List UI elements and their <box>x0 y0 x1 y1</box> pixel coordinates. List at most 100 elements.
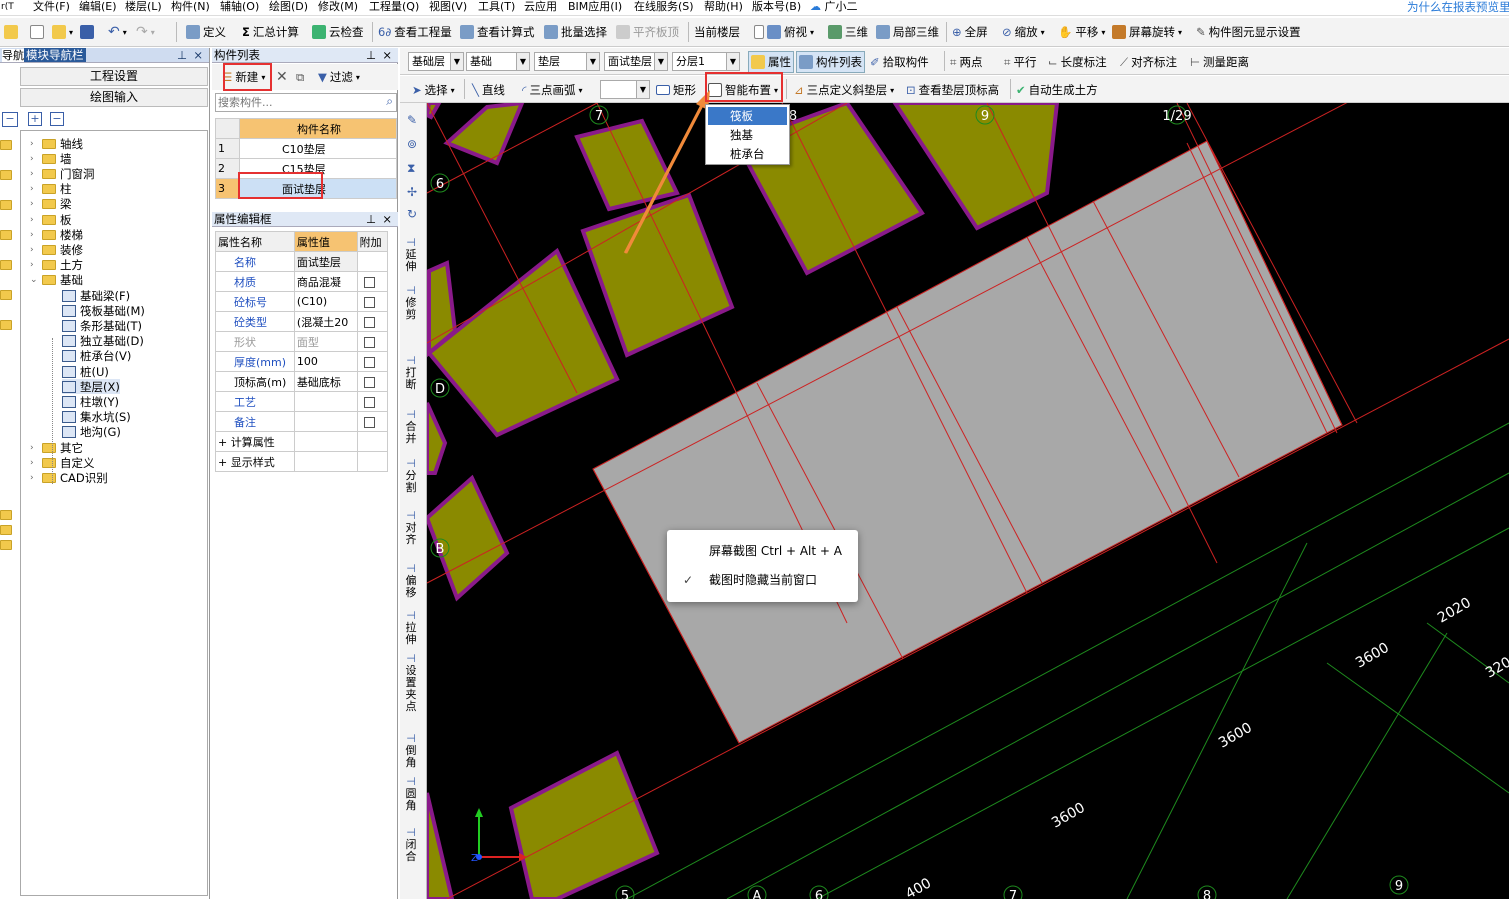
tree-folder[interactable]: › 板 <box>30 212 72 227</box>
menu-view[interactable]: 视图(V) <box>429 0 467 14</box>
menu-item-hide-window[interactable]: ✓ 截图时隐藏当前窗口 <box>667 566 858 594</box>
menu-axis[interactable]: 辅轴(O) <box>220 0 259 14</box>
tree-folder[interactable]: › 轴线 <box>30 136 83 151</box>
fullscreen-button[interactable]: ⊕ 全屏 <box>952 21 988 43</box>
menu-online[interactable]: 在线服务(S) <box>634 0 694 14</box>
tree-folder[interactable]: › 装修 <box>30 242 83 257</box>
menu-assistant[interactable]: ☁ 广小二 <box>810 0 858 14</box>
tree-folder[interactable]: › 柱 <box>30 182 72 197</box>
property-value[interactable] <box>293 451 358 472</box>
save-button[interactable] <box>80 21 94 43</box>
property-value[interactable] <box>293 431 358 452</box>
edit-tool-icon[interactable]: ⧗ <box>407 161 415 176</box>
view-mode-dropdown[interactable]: 俯视 ▾ <box>754 21 814 43</box>
tree-item[interactable]: 地沟(G) <box>62 425 121 440</box>
menu-edit[interactable]: 编辑(E) <box>79 0 117 14</box>
chevron-right-icon[interactable]: › <box>30 245 38 255</box>
vertical-tool-0[interactable]: ⊣ 延伸 <box>404 237 418 273</box>
tree-item[interactable]: 集水坑(S) <box>62 410 131 425</box>
view-quantity-button[interactable]: 6∂ 查看工程量 <box>378 21 452 43</box>
checkbox[interactable] <box>363 336 375 348</box>
chevron-right-icon[interactable]: › <box>30 230 38 240</box>
menu-version[interactable]: 版本号(B) <box>752 0 801 14</box>
property-value[interactable] <box>293 391 358 412</box>
auto-generate-button[interactable]: ✔ 自动生成土方 <box>1016 79 1098 101</box>
chevron-down-icon[interactable]: ⌄ <box>30 275 38 285</box>
rotate-screen-button[interactable]: 屏幕旋转 ▾ <box>1112 21 1182 43</box>
property-value[interactable]: 商品混凝 <box>293 271 358 292</box>
top-right-link[interactable]: 为什么在报表预览里 <box>1407 0 1509 14</box>
chevron-right-icon[interactable]: › <box>30 169 38 179</box>
expand-icon[interactable]: + <box>28 112 42 126</box>
project-settings-button[interactable]: 工程设置 <box>20 67 208 86</box>
open-icon[interactable] <box>4 21 18 43</box>
menu-file[interactable]: 文件(F) <box>33 0 70 14</box>
search-input[interactable] <box>216 94 374 110</box>
collapse-icon[interactable]: − <box>50 112 64 126</box>
close-icon[interactable]: × <box>193 48 203 63</box>
tree-item[interactable]: 桩(U) <box>62 364 109 379</box>
tree-folder[interactable]: › 楼梯 <box>30 227 83 242</box>
close-icon[interactable]: × <box>382 48 392 63</box>
menu-draw[interactable]: 绘图(D) <box>269 0 308 14</box>
edit-tool-icon[interactable]: ✢ <box>407 185 417 199</box>
table-row[interactable]: 1 C10垫层 <box>215 138 397 159</box>
open-file-button[interactable]: ▾ <box>52 21 73 43</box>
vertical-tool-11[interactable]: ⊣ 闭合 <box>404 827 418 863</box>
tree-item[interactable]: 桩承台(V) <box>62 349 131 364</box>
tree-item[interactable]: 条形基础(T) <box>62 318 142 333</box>
pin-icon[interactable]: ⊥ <box>366 48 376 63</box>
pick-component-button[interactable]: ✐ 拾取构件 <box>870 51 929 73</box>
tree-folder[interactable]: › 门窗洞 <box>30 166 95 181</box>
component-list-button[interactable]: 构件列表 <box>796 51 865 73</box>
new-file-button[interactable] <box>30 21 44 43</box>
property-value[interactable]: (C10) <box>293 291 358 312</box>
menu-item-capture[interactable]: 屏幕截图 Ctrl + Alt + A <box>667 537 858 565</box>
view-formula-button[interactable]: 查看计算式 <box>460 21 535 43</box>
search-box[interactable]: ⌕ <box>215 93 397 112</box>
cloud-check-button[interactable]: 云检查 <box>312 21 364 43</box>
dropdown-item-raft[interactable]: 筏板 <box>708 107 787 125</box>
vertical-tool-10[interactable]: ⊣ 圆角 <box>404 776 418 812</box>
chevron-right-icon[interactable]: › <box>30 215 38 225</box>
display-settings-button[interactable]: ✎ 构件图元显示设置 <box>1196 21 1301 43</box>
menu-help[interactable]: 帮助(H) <box>704 0 743 14</box>
vertical-tool-2[interactable]: ⊣ 打断 <box>404 355 418 391</box>
edit-tool-icon[interactable]: ↻ <box>407 207 417 221</box>
3d-button[interactable]: 三维 <box>828 21 868 43</box>
property-row[interactable]: 工艺 <box>215 391 389 412</box>
property-value[interactable] <box>293 411 358 432</box>
drawing-canvas[interactable]: 7 9 1/29 6 D B 5 A 6 7 8 9 8 2020 3600 3… <box>427 103 1509 899</box>
tree-item[interactable]: 垫层(X) <box>62 379 120 395</box>
tree-folder[interactable]: › 土方 <box>30 258 83 273</box>
filter-button[interactable]: ▼ 过滤 ▾ <box>318 66 360 88</box>
property-value[interactable]: 面型 <box>293 331 358 352</box>
copy-button[interactable]: ⧉ <box>296 66 304 88</box>
chevron-right-icon[interactable]: › <box>30 139 38 149</box>
category-select[interactable]: 基础 ▼ <box>466 52 530 71</box>
menu-tools[interactable]: 工具(T) <box>478 0 515 14</box>
chevron-right-icon[interactable]: › <box>30 443 38 453</box>
pin-icon[interactable]: ⊥ <box>366 212 376 227</box>
menu-floor[interactable]: 楼层(L) <box>125 0 162 14</box>
chevron-right-icon[interactable]: › <box>30 154 38 164</box>
vertical-tool-6[interactable]: ⊣ 偏移 <box>404 563 418 599</box>
chevron-right-icon[interactable]: › <box>30 199 38 209</box>
property-row[interactable]: 砼类型 (混凝土20 <box>215 311 389 332</box>
tree-folder[interactable]: ⌄ 基础 <box>30 273 83 288</box>
tree-folder[interactable]: › 其它 <box>30 440 83 455</box>
two-points-button[interactable]: ⌗ 两点 <box>950 51 982 73</box>
property-row[interactable]: 厚度(mm) 100 <box>215 351 389 372</box>
edit-tool-icon[interactable]: ✎ <box>407 113 417 127</box>
property-value[interactable]: 面试垫层 <box>293 251 358 272</box>
pin-icon[interactable]: ⊥ <box>177 48 187 63</box>
partial-3d-button[interactable]: 局部三维 <box>876 21 939 43</box>
vertical-tool-9[interactable]: ⊣ 倒角 <box>404 733 418 769</box>
pan-button[interactable]: ✋ 平移 ▾ <box>1058 21 1105 43</box>
expand-icon[interactable]: + <box>218 456 231 469</box>
close-icon[interactable]: × <box>382 212 392 227</box>
vertical-tool-4[interactable]: ⊣ 分割 <box>404 458 418 494</box>
checkbox[interactable] <box>363 316 375 328</box>
property-row[interactable]: 材质 商品混凝 <box>215 271 389 292</box>
current-floor-button[interactable]: 当前楼层 <box>694 21 740 43</box>
